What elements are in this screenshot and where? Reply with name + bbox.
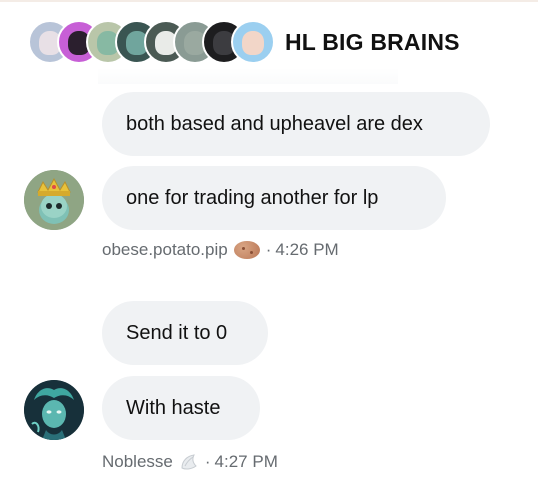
horned-character-avatar-icon bbox=[24, 380, 84, 440]
message-bubble[interactable]: one for trading another for lp bbox=[102, 166, 446, 230]
avatar-noblesse[interactable] bbox=[24, 380, 84, 440]
separator-dot: · bbox=[204, 452, 211, 471]
window-top-edge bbox=[0, 0, 538, 2]
chat-header[interactable]: HL BIG BRAINS bbox=[28, 18, 460, 66]
message-bubble[interactable]: Send it to 0 bbox=[102, 301, 268, 365]
message-time: 4:27 PM bbox=[214, 452, 278, 471]
member-avatar-stack[interactable] bbox=[28, 20, 275, 64]
separator-dot: · bbox=[265, 240, 272, 259]
member-avatar[interactable] bbox=[231, 20, 275, 64]
shell-icon bbox=[179, 452, 199, 472]
message-meta: obese.potato.pip · 4:26 PM bbox=[102, 240, 339, 260]
message-bubble[interactable]: both based and upheavel are dex bbox=[102, 92, 490, 156]
potato-icon bbox=[233, 241, 260, 259]
group-title: HL BIG BRAINS bbox=[285, 28, 460, 55]
member-avatar-face-icon bbox=[242, 30, 264, 55]
avatar-obese-potato-pip[interactable] bbox=[24, 170, 84, 230]
crowned-character-avatar-icon bbox=[24, 170, 84, 230]
message-meta: Noblesse · 4:27 PM bbox=[102, 452, 278, 472]
sender-name[interactable]: Noblesse bbox=[102, 452, 173, 472]
message-bubble[interactable]: With haste bbox=[102, 376, 260, 440]
scroll-fade bbox=[98, 68, 398, 84]
sender-name[interactable]: obese.potato.pip bbox=[102, 240, 228, 260]
message-time: 4:26 PM bbox=[275, 240, 339, 259]
